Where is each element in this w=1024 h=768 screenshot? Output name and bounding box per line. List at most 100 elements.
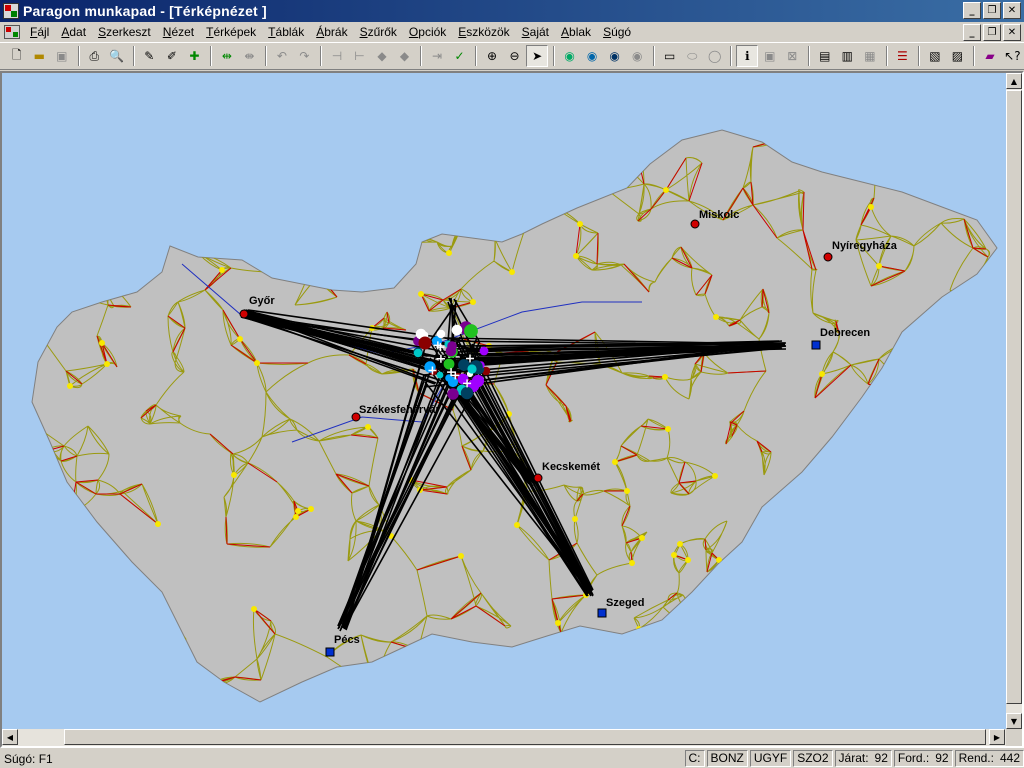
report-icon[interactable]: ▧ — [924, 45, 946, 67]
menu-data[interactable]: Adat — [55, 23, 92, 41]
town-dot — [365, 424, 371, 430]
depot-point[interactable] — [479, 346, 489, 356]
print-icon[interactable]: ⎙ — [84, 45, 106, 67]
depot-point[interactable] — [436, 329, 446, 339]
menu-window[interactable]: Ablak — [555, 23, 597, 41]
zoom-in-icon[interactable]: ⊕ — [481, 45, 503, 67]
town-dot — [665, 426, 671, 432]
city-marker-pecs[interactable] — [325, 647, 335, 657]
restore-button[interactable]: ❐ — [983, 2, 1001, 19]
city-marker-nyiregyhaza[interactable] — [823, 252, 833, 262]
horizontal-scrollbar[interactable]: ◀ ▶ — [2, 729, 1006, 746]
redo-icon[interactable]: ↷ — [294, 45, 316, 67]
horizontal-scroll-thumb[interactable] — [64, 729, 986, 745]
depot-point[interactable] — [464, 324, 478, 338]
unmark-icon[interactable]: ⊠ — [782, 45, 804, 67]
new-file-icon[interactable]: 🗋 — [6, 45, 28, 67]
depot-point[interactable] — [451, 324, 463, 336]
depot-point[interactable] — [467, 364, 477, 374]
menu-charts[interactable]: Ábrák — [310, 23, 353, 41]
menu-file[interactable]: Fájl — [24, 23, 55, 41]
close-button[interactable]: ✕ — [1003, 2, 1021, 19]
town-dot — [983, 370, 989, 376]
edit-record-icon[interactable]: ✎ — [139, 45, 161, 67]
mark-icon[interactable]: ▣ — [759, 45, 781, 67]
title-bar[interactable]: Paragon munkapad - [Térképnézet ] _ ❐ ✕ — [0, 0, 1024, 22]
toolbar-separator — [210, 46, 213, 66]
map-refresh-icon[interactable]: ◉ — [626, 45, 648, 67]
minimize-button[interactable]: _ — [963, 2, 981, 19]
rectangle-select-icon[interactable]: ▭ — [659, 45, 681, 67]
schedule-icon[interactable]: ☰ — [892, 45, 914, 67]
open-folder-icon[interactable]: ▬ — [29, 45, 51, 67]
lasso-select-icon[interactable]: ⬭ — [681, 45, 703, 67]
town-dot — [868, 204, 874, 210]
move-left-icon[interactable]: ◆ — [371, 45, 393, 67]
globe-icon[interactable]: ◉ — [559, 45, 581, 67]
insert-stop-icon[interactable]: ⊣ — [326, 45, 348, 67]
info-icon[interactable]: ℹ — [736, 45, 759, 67]
map-center-icon[interactable]: ◉ — [604, 45, 626, 67]
menu-filters[interactable]: Szűrők — [354, 23, 403, 41]
menu-maps[interactable]: Térképek — [200, 23, 262, 41]
depot-point[interactable] — [460, 386, 474, 400]
add-item-icon[interactable]: ✚ — [184, 45, 206, 67]
scroll-up-button[interactable]: ▲ — [1006, 73, 1022, 89]
city-marker-kecskemet[interactable] — [533, 473, 543, 483]
menu-options[interactable]: Opciók — [403, 23, 452, 41]
route-check-icon[interactable]: ⇥ — [426, 45, 448, 67]
menu-custom[interactable]: Saját — [516, 23, 555, 41]
mdi-restore-button[interactable]: ❐ — [983, 24, 1001, 41]
table-list-icon[interactable]: ▦ — [859, 45, 881, 67]
city-marker-miskolc[interactable] — [690, 219, 700, 229]
menu-help[interactable]: Súgó — [597, 23, 637, 41]
validate-icon[interactable]: ✓ — [449, 45, 471, 67]
context-help-icon[interactable]: ↖? — [1002, 45, 1024, 67]
move-right-icon[interactable]: ◆ — [394, 45, 416, 67]
scroll-left-button[interactable]: ◀ — [2, 729, 18, 745]
hungary-map[interactable]: Miskolc Nyíregyháza Győr Debrecen Székes… — [2, 73, 1006, 729]
circle-select-icon[interactable]: ◯ — [704, 45, 726, 67]
city-marker-debrecen[interactable] — [811, 340, 821, 350]
city-marker-gyor[interactable] — [239, 309, 249, 319]
city-label-miskolc: Miskolc — [699, 209, 739, 221]
edit-field-icon[interactable]: ✐ — [161, 45, 183, 67]
remove-stop-icon[interactable]: ⊢ — [349, 45, 371, 67]
menu-tools[interactable]: Eszközök — [452, 23, 515, 41]
vertical-scroll-thumb[interactable] — [1006, 90, 1022, 704]
status-ford-label: Ford.: — [897, 751, 930, 765]
report-help-icon[interactable]: ▨ — [947, 45, 969, 67]
table-icon[interactable]: ▤ — [814, 45, 836, 67]
manual-book-icon[interactable]: ▰ — [979, 45, 1001, 67]
select-pointer-icon[interactable]: ➤ — [526, 45, 548, 67]
city-marker-szeged[interactable] — [597, 608, 607, 618]
save-icon[interactable]: ▣ — [51, 45, 73, 67]
scroll-right-button[interactable]: ▶ — [989, 729, 1005, 745]
document-icon[interactable] — [4, 25, 20, 39]
menu-view[interactable]: Nézet — [157, 23, 200, 41]
table-detail-icon[interactable]: ▥ — [837, 45, 859, 67]
scroll-down-button[interactable]: ▼ — [1006, 713, 1022, 729]
depot-point[interactable] — [447, 341, 457, 351]
map-layer-icon[interactable]: ◉ — [581, 45, 603, 67]
print-preview-icon[interactable]: 🔍 — [106, 45, 128, 67]
split-icon[interactable]: ⇼ — [239, 45, 261, 67]
map-canvas[interactable]: Miskolc Nyíregyháza Győr Debrecen Székes… — [2, 73, 1006, 729]
mdi-minimize-button[interactable]: _ — [963, 24, 981, 41]
town-dot — [713, 314, 719, 320]
depot-point[interactable] — [413, 348, 423, 358]
town-dot — [254, 360, 260, 366]
undo-icon[interactable]: ↶ — [271, 45, 293, 67]
depot-point[interactable] — [418, 336, 432, 350]
menu-tables[interactable]: Táblák — [262, 23, 310, 41]
depot-point[interactable] — [447, 388, 459, 400]
merge-icon[interactable]: ⇹ — [216, 45, 238, 67]
depot-point[interactable] — [443, 358, 455, 370]
menu-edit[interactable]: Szerkeszt — [92, 23, 157, 41]
zoom-out-icon[interactable]: ⊖ — [504, 45, 526, 67]
vertical-scrollbar[interactable]: ▲ ▼ — [1006, 73, 1022, 729]
app-icon[interactable] — [3, 3, 19, 19]
depot-point[interactable] — [447, 376, 459, 388]
mdi-close-button[interactable]: ✕ — [1003, 24, 1021, 41]
depot-point[interactable] — [436, 371, 444, 379]
